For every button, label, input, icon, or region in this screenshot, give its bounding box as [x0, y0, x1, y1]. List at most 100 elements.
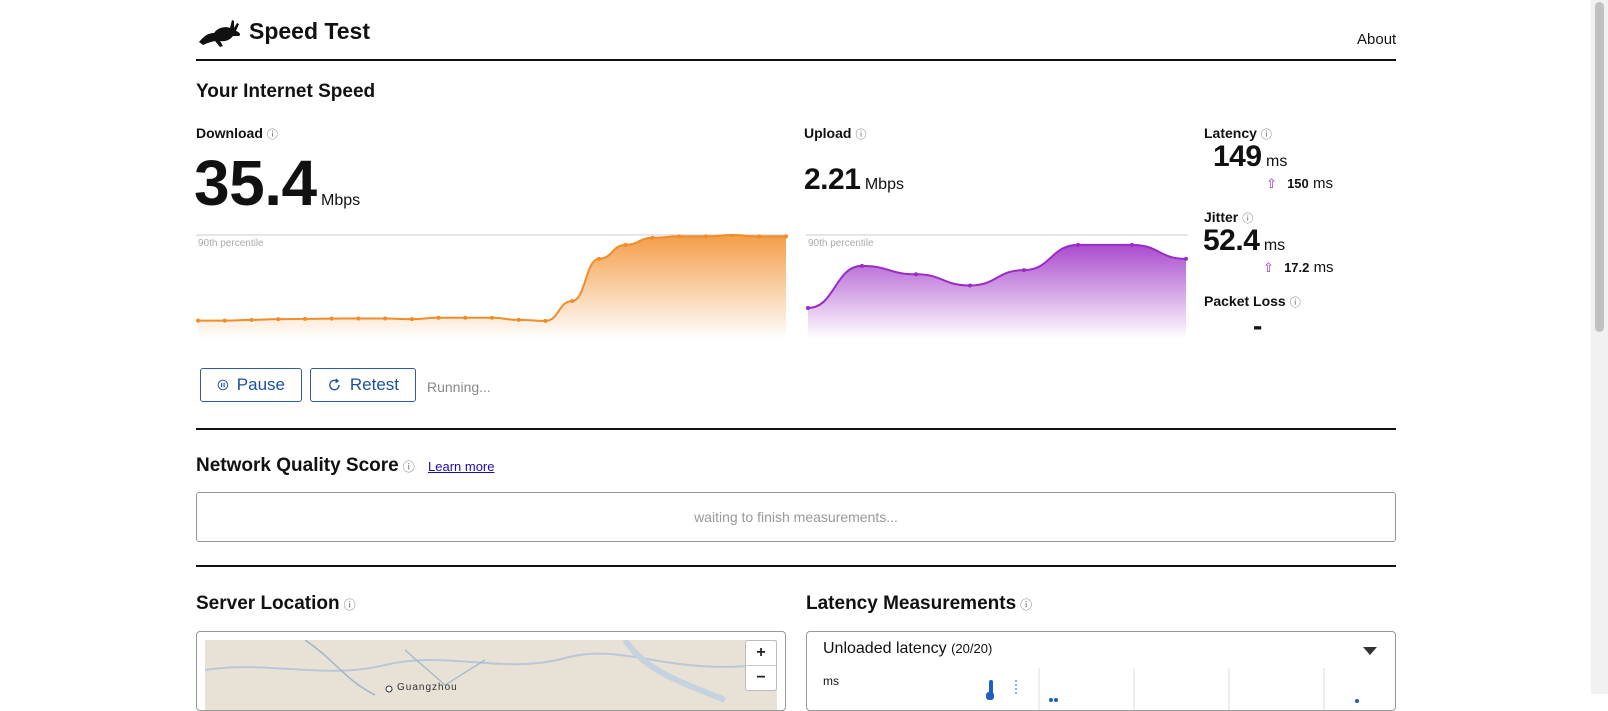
info-icon[interactable]: ⓘ [344, 598, 356, 612]
upload-value: 2.21 [804, 163, 861, 196]
upload-chart-percentile-label: 90th percentile [808, 238, 874, 249]
zoom-out-button[interactable]: − [746, 666, 776, 690]
network-quality-title: Network Quality Score [196, 455, 399, 476]
latency-measurements-title-row: Latency Measurements ⓘ [806, 593, 1032, 615]
learn-more-link[interactable]: Learn more [428, 459, 494, 474]
download-chart-point [490, 315, 494, 320]
status-text: Running... [427, 379, 491, 395]
app-title: Speed Test [249, 18, 370, 44]
download-chart-point [302, 316, 307, 321]
retest-button[interactable]: Retest [310, 368, 416, 402]
network-quality-title-row: Network Quality Score ⓘ [196, 455, 415, 477]
pause-button[interactable]: Pause [200, 368, 302, 402]
latency-type-selected: Unloaded latency [823, 640, 947, 657]
download-chart-percentile-label: 90th percentile [198, 238, 264, 249]
info-icon[interactable]: ⓘ [1020, 598, 1032, 612]
logo[interactable] [196, 14, 242, 48]
download-chart-point [650, 235, 655, 240]
upload-chart-point [968, 283, 972, 288]
upload-chart-point [860, 263, 864, 268]
map-zoom-control: + − [745, 640, 777, 691]
upload-chart: 90th percentile [806, 234, 1188, 339]
upload-label-row: Upload ⓘ [804, 125, 866, 142]
network-quality-placeholder: waiting to finish measurements... [694, 509, 898, 525]
latency-count: (20/20) [951, 641, 993, 656]
jitter-loaded-unit: ms [1313, 259, 1334, 276]
download-chart-point [383, 316, 388, 321]
server-map[interactable]: Guangzhou + − [196, 631, 786, 711]
latency-loaded-value: 150 [1287, 176, 1309, 191]
refresh-icon [329, 378, 340, 391]
download-chart-point [784, 234, 788, 239]
download-chart-point [222, 318, 227, 323]
latency-loaded-row: ⇧ 150 ms [1266, 175, 1333, 192]
header-divider [196, 59, 1396, 61]
jitter-loaded-row: ⇧ 17.2 ms [1263, 259, 1334, 276]
packet-loss-label: Packet Loss [1204, 293, 1286, 309]
upload-chart-area [808, 244, 1186, 339]
info-icon[interactable]: ⓘ [855, 129, 866, 141]
latency-plot [986, 668, 1359, 710]
download-chart-point [677, 234, 682, 239]
download-chart-point [463, 315, 468, 320]
latency-unit: ms [1266, 153, 1288, 170]
download-chart-point [436, 315, 441, 320]
upload-arrow-icon: ⇧ [1266, 176, 1277, 191]
upload-unit: Mbps [864, 176, 904, 193]
pause-icon [217, 379, 229, 391]
packet-loss-value: - [1253, 310, 1262, 341]
download-chart-point [249, 317, 254, 322]
map-city-label: Guangzhou [397, 682, 458, 693]
download-chart-point [623, 242, 628, 247]
network-quality-box: waiting to finish measurements... [196, 492, 1396, 542]
latency-measurements-title: Latency Measurements [806, 593, 1017, 614]
info-icon[interactable]: ⓘ [267, 129, 278, 141]
section-title: Your Internet Speed [196, 81, 376, 102]
download-chart-point [703, 234, 708, 239]
download-chart-point [329, 316, 334, 321]
download-value: 35.4 [194, 147, 317, 219]
download-chart-point [516, 317, 521, 322]
latency-type-select[interactable]: Unloaded latency (20/20) [823, 640, 992, 658]
about-link[interactable]: About [1357, 31, 1396, 48]
rabbit-logo-icon [199, 20, 240, 47]
chevron-down-icon[interactable] [1363, 647, 1377, 655]
latency-loaded-unit: ms [1312, 175, 1333, 192]
section-divider [196, 428, 1396, 430]
latency-measurements-panel: Unloaded latency (20/20) ms [806, 631, 1396, 711]
jitter-unit: ms [1263, 237, 1286, 254]
upload-arrow-icon: ⇧ [1263, 260, 1274, 275]
download-chart-point [356, 316, 361, 321]
download-unit: Mbps [321, 192, 361, 209]
map-terrain [205, 640, 777, 703]
server-location-title-row: Server Location ⓘ [196, 593, 356, 615]
map-tiles[interactable]: Guangzhou [205, 640, 777, 710]
download-chart-area [198, 235, 786, 339]
upload-chart-point [1130, 242, 1134, 247]
latency-label: Latency [1204, 125, 1257, 141]
latency-value-row: 149 ms [1213, 140, 1287, 174]
latency-value: 149 [1213, 140, 1262, 173]
download-chart-point [196, 318, 200, 323]
info-icon[interactable]: ⓘ [403, 460, 415, 474]
info-icon[interactable]: ⓘ [1290, 297, 1301, 309]
download-chart: 90th percentile [196, 234, 788, 339]
upload-value-row: 2.21 Mbps [804, 163, 904, 197]
pause-label: Pause [236, 375, 285, 394]
section-divider [196, 565, 1396, 567]
download-label: Download [196, 125, 263, 141]
upload-chart-point [1184, 256, 1188, 261]
jitter-value-row: 52.4 ms [1203, 224, 1285, 258]
upload-label: Upload [804, 125, 852, 141]
retest-label: Retest [349, 375, 399, 394]
download-chart-point [596, 256, 601, 261]
page-scrollbar[interactable] [1591, 0, 1608, 694]
download-value-row: 35.4 Mbps [194, 146, 360, 220]
upload-chart-point [1076, 242, 1080, 247]
upload-chart-point [914, 272, 918, 277]
download-chart-point [543, 318, 548, 323]
jitter-label: Jitter [1204, 209, 1239, 225]
download-label-row: Download ⓘ [196, 125, 278, 142]
scrollbar-thumb[interactable] [1595, 2, 1604, 332]
zoom-in-button[interactable]: + [746, 641, 776, 666]
